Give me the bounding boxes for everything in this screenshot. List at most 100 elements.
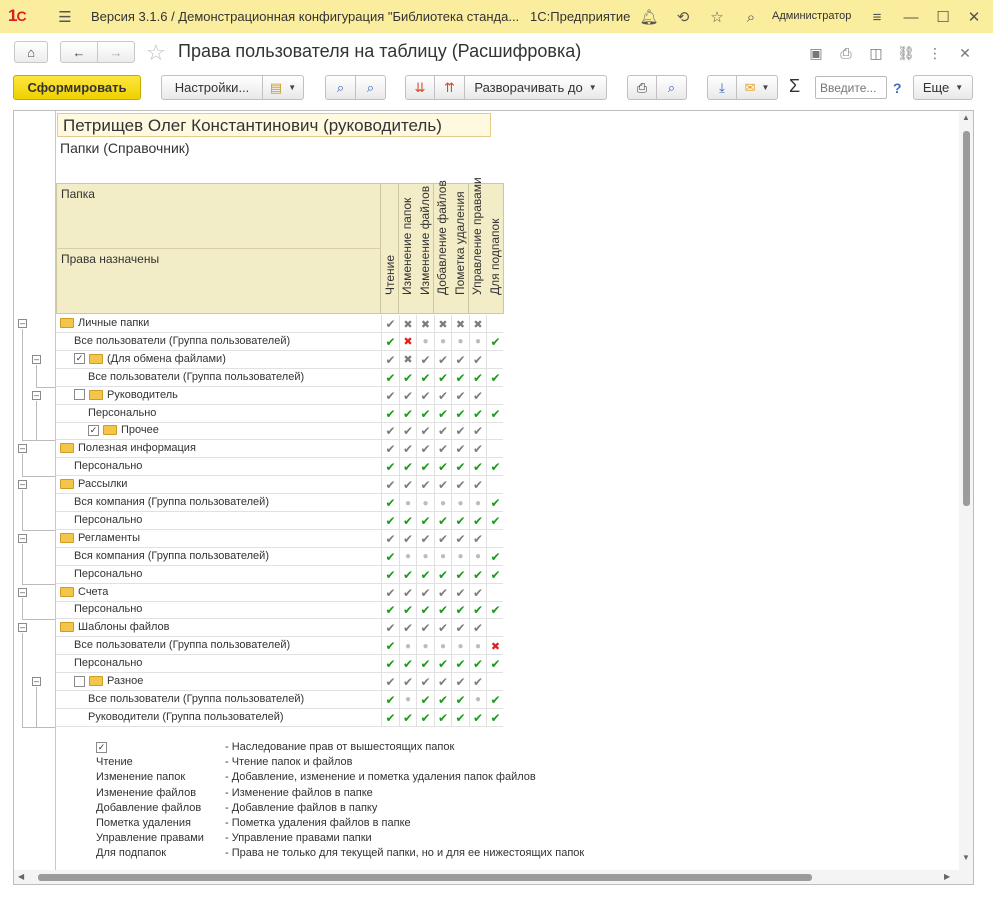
settings-button[interactable]: Настройки... <box>161 75 263 100</box>
granted-right-icon: ✔ <box>451 458 469 477</box>
inherited-right-icon: ✔ <box>468 673 487 691</box>
table-row[interactable]: Персонально ✔ ✔ ✔ ✔ ✔ ✔ ✔ <box>56 601 503 620</box>
home-button[interactable]: ⌂ <box>14 41 48 63</box>
table-row[interactable]: Все пользователи (Группа пользователей) ✔… <box>56 332 503 351</box>
table-row[interactable]: Шаблоны файлов ✔ ✔ ✔ ✔ ✔ ✔ <box>56 619 503 638</box>
table-row[interactable]: Все пользователи (Группа пользователей) ✔… <box>56 690 503 709</box>
collapse-group-icon[interactable]: – <box>18 587 27 597</box>
collapse-group-icon[interactable]: – <box>18 444 27 454</box>
download-button[interactable]: ⤓ <box>707 75 737 100</box>
sum-icon[interactable]: Σ <box>789 76 800 97</box>
collapse-group-icon[interactable]: – <box>18 533 27 543</box>
expand-to-dropdown[interactable]: Разворачивать до ▼ <box>464 75 607 100</box>
table-row[interactable]: Руководители (Группа пользователей) ✔ ✔ ✔ ✔ ✔… <box>56 708 504 727</box>
scroll-up-icon[interactable]: ▲ <box>962 113 970 122</box>
table-row[interactable]: Персонально ✔ ✔ ✔ ✔ ✔ ✔ ✔ <box>56 458 503 477</box>
folder-icon <box>89 389 103 400</box>
granted-right-icon: ✔ <box>381 404 399 423</box>
arrow-left-icon: ← <box>72 44 86 60</box>
inherited-right-icon: ✔ <box>433 350 452 369</box>
more-button[interactable]: Еще ▼ <box>913 75 973 100</box>
vertical-scrollbar[interactable]: ▲ ▼ <box>959 111 973 871</box>
save-icon[interactable]: ▣ <box>806 43 826 63</box>
expand-all-button[interactable]: ⇊ <box>405 75 435 100</box>
folder-icon <box>60 532 74 543</box>
print-preview-button[interactable]: ⌕ <box>656 75 687 100</box>
inherited-right-icon: ✔ <box>381 440 399 459</box>
print-icon[interactable]: ⎙ <box>836 43 856 63</box>
folder-icon <box>60 443 74 454</box>
granted-right-icon: ✔ <box>381 368 399 387</box>
collapse-group-icon[interactable]: – <box>18 623 27 633</box>
granted-right-icon: ✔ <box>486 708 504 727</box>
close-window-icon[interactable]: ✕ <box>963 6 985 28</box>
horizontal-scroll-thumb[interactable] <box>38 874 812 881</box>
find-next-button[interactable]: ⌕ <box>355 75 386 100</box>
close-form-icon[interactable]: ✕ <box>955 43 975 63</box>
history-icon[interactable]: ⟲ <box>672 6 694 28</box>
report-user-name[interactable]: Петрищев Олег Константинович (руководите… <box>57 113 491 137</box>
report-area[interactable]: Петрищев Олег Константинович (руководите… <box>13 110 974 885</box>
search-input[interactable] <box>815 76 887 99</box>
minimize-icon[interactable]: — <box>900 6 922 28</box>
current-user[interactable]: Администратор <box>772 10 851 22</box>
vertical-scroll-thumb[interactable] <box>963 131 970 506</box>
email-button[interactable]: ✉ ▼ <box>736 75 778 100</box>
print-button[interactable]: ⎙ <box>627 75 657 100</box>
bell-icon[interactable]: 🔔︎ <box>638 6 660 28</box>
link-icon[interactable]: ⛓ <box>896 43 916 63</box>
inherited-right-icon: ✔ <box>451 350 469 369</box>
scroll-left-icon[interactable]: ◀ <box>18 872 24 881</box>
table-row[interactable]: Персонально ✔ ✔ ✔ ✔ ✔ ✔ ✔ <box>56 404 503 423</box>
search-icon[interactable]: ⌕ <box>740 6 762 28</box>
column-header-label: Управление правами <box>470 177 484 295</box>
table-row[interactable]: ✓ Прочее ✔ ✔ ✔ ✔ ✔ ✔ <box>56 422 503 441</box>
inherited-right-icon: ✔ <box>468 476 487 495</box>
inherited-right-icon: ✔ <box>398 422 417 441</box>
table-row[interactable]: Руководитель ✔ ✔ ✔ ✔ ✔ ✔ <box>56 386 503 405</box>
find-button[interactable]: ⌕ <box>325 75 356 100</box>
collapse-group-icon[interactable]: – <box>32 390 41 400</box>
back-button[interactable]: ← <box>60 41 98 63</box>
collapse-group-icon[interactable]: – <box>32 354 41 364</box>
table-row[interactable]: Личные папки ✔ ✖ ✖ ✖ ✖ ✖ <box>56 315 503 333</box>
table-row[interactable]: Рассылки ✔ ✔ ✔ ✔ ✔ ✔ <box>56 476 503 495</box>
favorites-icon[interactable]: ☆ <box>706 6 728 28</box>
table-row[interactable]: Вся компания (Группа пользователей) ✔ ● ● ● ●… <box>56 494 503 512</box>
variant-button[interactable]: ▤ ▼ <box>262 75 304 100</box>
table-row[interactable]: ✓ (Для обмена файлами) ✔ ✖ ✔ ✔ ✔ ✔ <box>56 350 503 369</box>
table-header-left: Папка Права назначены <box>56 183 381 314</box>
settings-menu-icon[interactable]: ≡ <box>866 6 888 28</box>
table-row[interactable]: Персонально ✔ ✔ ✔ ✔ ✔ ✔ ✔ <box>56 655 503 674</box>
maximize-icon[interactable]: ☐ <box>932 6 954 28</box>
table-row[interactable]: Все пользователи (Группа пользователей) ✔… <box>56 637 503 656</box>
unset-dot-icon: ● <box>433 637 452 656</box>
table-row[interactable]: Разное ✔ ✔ ✔ ✔ ✔ ✔ <box>56 673 503 691</box>
table-row[interactable]: Счета ✔ ✔ ✔ ✔ ✔ ✔ <box>56 583 503 602</box>
collapse-group-icon[interactable]: – <box>18 319 27 328</box>
menu-icon[interactable]: ☰ <box>54 6 76 28</box>
table-row[interactable]: Персонально ✔ ✔ ✔ ✔ ✔ ✔ ✔ <box>56 565 503 584</box>
inherited-right-icon: ✔ <box>381 673 399 691</box>
table-row[interactable]: Вся компания (Группа пользователей) ✔ ● ● ● ●… <box>56 547 503 566</box>
more-vertical-icon[interactable]: ⋮ <box>925 43 945 63</box>
help-icon[interactable]: ? <box>893 80 902 96</box>
collapse-all-button[interactable]: ⇈ <box>434 75 465 100</box>
forward-button[interactable]: → <box>97 41 135 63</box>
generate-button[interactable]: Сформировать <box>13 75 141 100</box>
column-header: Управление правами <box>468 177 487 314</box>
preview-icon[interactable]: ◫ <box>866 43 886 63</box>
scroll-down-icon[interactable]: ▼ <box>962 853 970 862</box>
granted-right-icon: ✔ <box>416 511 434 530</box>
collapse-group-icon[interactable]: – <box>32 677 41 686</box>
table-row[interactable]: Полезная информация ✔ ✔ ✔ ✔ ✔ ✔ <box>56 440 503 459</box>
granted-right-icon: ✔ <box>398 404 417 423</box>
collapse-group-icon[interactable]: – <box>18 480 27 490</box>
scroll-right-icon[interactable]: ▶ <box>944 872 950 881</box>
table-row[interactable]: Регламенты ✔ ✔ ✔ ✔ ✔ ✔ <box>56 529 503 548</box>
table-row[interactable]: Персонально ✔ ✔ ✔ ✔ ✔ ✔ ✔ <box>56 511 503 530</box>
favorite-star-icon[interactable]: ☆ <box>146 40 166 66</box>
horizontal-scrollbar[interactable]: ◀ ▶ <box>14 870 973 884</box>
table-row[interactable]: Все пользователи (Группа пользователей) ✔… <box>56 368 503 387</box>
report-object[interactable]: Папки (Справочник) <box>60 140 190 156</box>
